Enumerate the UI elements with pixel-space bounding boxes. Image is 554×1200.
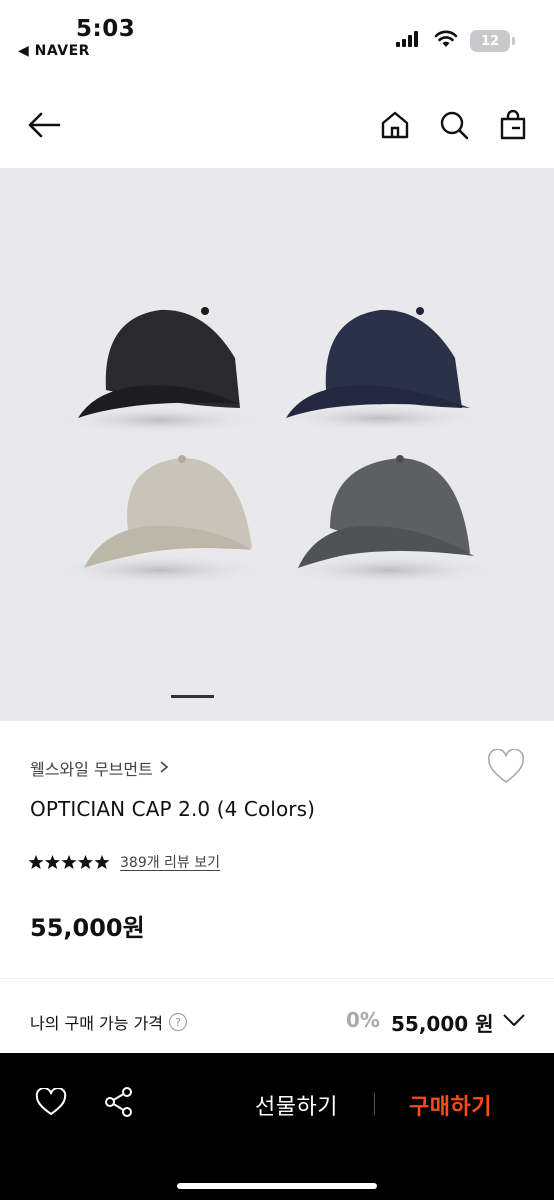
product-price: 55,000원 [30, 914, 145, 942]
battery-icon: 12 [470, 30, 515, 52]
back-to-app-link[interactable]: ◀ NAVER [18, 43, 90, 59]
brand-name: 웰스와일 무브먼트 [30, 760, 153, 779]
discount-rate: 0% [346, 1008, 380, 1032]
cap-black [55, 307, 265, 434]
back-arrow-icon[interactable] [26, 107, 62, 143]
shopping-bag-icon[interactable] [495, 107, 531, 143]
purchase-price-row[interactable]: 나의 구매 가능 가격 ? 0% 55,000 원 [0, 1000, 554, 1044]
home-icon[interactable] [377, 107, 413, 143]
cap-beige [50, 455, 270, 586]
wishlist-heart-icon[interactable] [33, 1084, 69, 1120]
status-icons: 12 [396, 30, 515, 52]
purchase-price-label: 나의 구매 가능 가격 [30, 1014, 164, 1033]
heart-icon[interactable] [486, 748, 526, 789]
product-image-gallery[interactable] [0, 168, 554, 721]
final-price: 55,000 원 [391, 1012, 494, 1036]
chevron-down-icon[interactable] [502, 1012, 526, 1032]
share-icon[interactable] [101, 1084, 137, 1120]
product-image [50, 307, 500, 586]
bottom-action-bar: 선물하기 구매하기 [0, 1053, 554, 1200]
chevron-right-icon [159, 759, 169, 778]
status-bar: 5:03 ◀ NAVER 12 [0, 0, 554, 70]
cap-charcoal [280, 455, 500, 586]
help-icon[interactable]: ? [169, 1013, 188, 1031]
star-icons [28, 855, 110, 869]
product-title: OPTICIAN CAP 2.0 (4 Colors) [30, 797, 316, 821]
gift-button[interactable]: 선물하기 [255, 1089, 338, 1121]
search-icon[interactable] [436, 107, 472, 143]
rating-row: 389개 리뷰 보기 [28, 852, 220, 872]
purchase-price-label-group: 나의 구매 가능 가격 ? [30, 1010, 188, 1034]
signal-icon [396, 31, 422, 51]
top-navigation [0, 90, 554, 160]
button-separator [374, 1093, 375, 1115]
gallery-page-indicator [171, 695, 214, 698]
buy-button[interactable]: 구매하기 [409, 1089, 492, 1121]
brand-link[interactable]: 웰스와일 무브먼트 [30, 756, 169, 780]
status-time: 5:03 [76, 16, 136, 42]
section-divider [0, 978, 554, 979]
cap-navy [275, 307, 485, 432]
home-indicator [177, 1183, 377, 1189]
review-link[interactable]: 389개 리뷰 보기 [120, 852, 220, 872]
wifi-icon [434, 30, 458, 52]
rating-stars [28, 854, 110, 870]
